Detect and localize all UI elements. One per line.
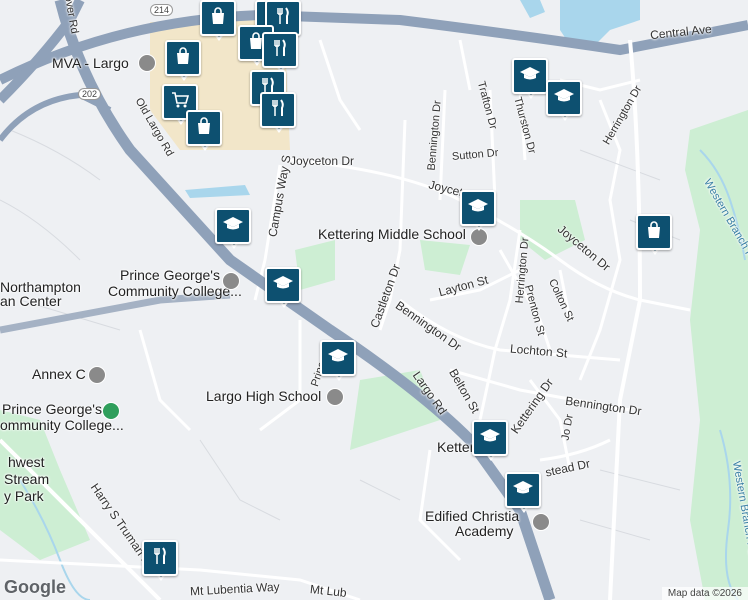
- shopping-pin[interactable]: [165, 40, 203, 84]
- northampton-label-line1: Northampton: [0, 279, 81, 295]
- park-mid: [420, 240, 470, 275]
- annex-c-label: Annex C: [32, 366, 86, 382]
- pgcc2-label-line1: Prince George's: [2, 401, 102, 417]
- school-pin[interactable]: [215, 208, 253, 252]
- google-logo: Google: [4, 577, 66, 597]
- kettering-town-label: Ketter: [437, 439, 475, 455]
- map-canvas[interactable]: 214 202 Central Ave MVA - Largo Old Larg…: [0, 0, 748, 600]
- graduation-cap-icon: [519, 64, 541, 89]
- graduation-cap-icon: [327, 346, 349, 371]
- park-poi-icon[interactable]: [102, 402, 120, 420]
- restaurant-pin[interactable]: [142, 540, 180, 584]
- government-building-icon[interactable]: [138, 54, 156, 72]
- campus-pond: [185, 185, 250, 198]
- graduation-cap-icon: [512, 478, 534, 503]
- graduation-cap-icon: [553, 86, 575, 111]
- fork-knife-icon: [150, 546, 170, 571]
- interchange-loop: [0, 91, 112, 142]
- school-poi-icon[interactable]: [222, 272, 240, 290]
- local-streets: [0, 39, 691, 600]
- park-east: [685, 110, 748, 600]
- joyceton-dr-label-west: Joyceton Dr: [290, 154, 355, 168]
- school-pin[interactable]: [265, 267, 303, 311]
- kettering-middle-school-label: Kettering Middle School: [318, 226, 466, 242]
- park-label-line2: Stream: [4, 471, 50, 487]
- mt-lubentia-label-2: Mt Lub: [309, 582, 348, 600]
- school-poi-icon[interactable]: [88, 366, 106, 384]
- school-pin[interactable]: [472, 420, 510, 464]
- fork-knife-icon: [268, 98, 288, 123]
- map-attribution[interactable]: Map data ©2026: [661, 587, 748, 600]
- graduation-cap-icon: [479, 426, 501, 451]
- shopping-bag-icon: [194, 116, 214, 141]
- shopping-bag-icon: [173, 46, 193, 71]
- shopping-bag-icon: [208, 6, 228, 31]
- pgcc-label-line1: Prince George's: [120, 267, 220, 283]
- school-pin[interactable]: [460, 190, 498, 234]
- graduation-cap-icon: [222, 214, 244, 239]
- route-202-shield: 202: [78, 88, 102, 100]
- graduation-cap-icon: [467, 196, 489, 221]
- shopping-pin[interactable]: [636, 214, 674, 258]
- edified-christian-label-line2: Academy: [455, 523, 514, 539]
- fork-knife-icon: [273, 6, 293, 31]
- pgcc-label-line2: Community College...: [108, 283, 242, 299]
- park-label-line3: y Park: [4, 488, 44, 504]
- pgcc2-label-line2: ommunity College...: [0, 417, 124, 433]
- shopping-pin[interactable]: [186, 110, 224, 154]
- school-pin[interactable]: [505, 472, 543, 516]
- restaurant-pin[interactable]: [260, 92, 298, 136]
- graduation-cap-icon: [272, 273, 294, 298]
- route-214-shield: 214: [150, 4, 174, 16]
- school-poi-icon[interactable]: [326, 388, 344, 406]
- park-label-line1: hwest: [8, 454, 45, 470]
- school-pin[interactable]: [320, 340, 358, 384]
- shopping-bag-icon: [644, 220, 664, 245]
- fork-knife-icon: [270, 38, 290, 63]
- school-pin[interactable]: [512, 58, 550, 102]
- school-pin[interactable]: [546, 80, 584, 124]
- largo-high-school-label: Largo High School: [206, 388, 322, 404]
- shopping-pin[interactable]: [200, 0, 238, 44]
- northampton-label-line2: an Center: [0, 293, 62, 309]
- mva-largo-label: MVA - Largo: [52, 55, 129, 71]
- pond-water: [520, 0, 545, 18]
